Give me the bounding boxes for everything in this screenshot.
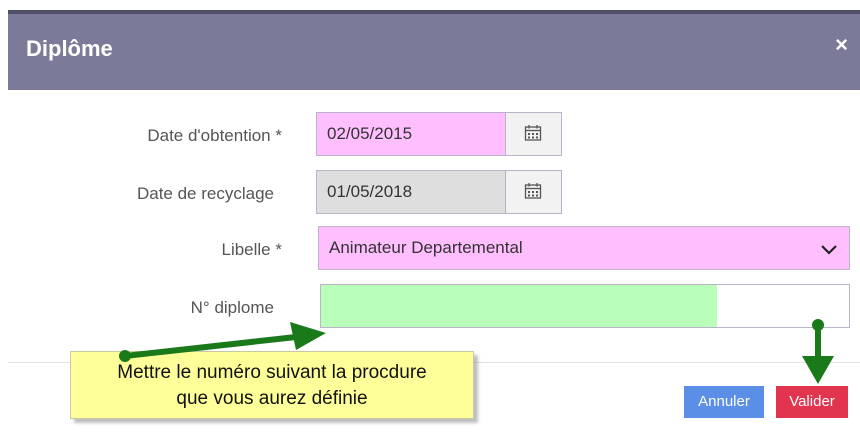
arrow-to-validate-button: [802, 319, 834, 384]
arrow-to-numero-field: [119, 322, 326, 362]
annotation-arrows: [119, 319, 834, 384]
